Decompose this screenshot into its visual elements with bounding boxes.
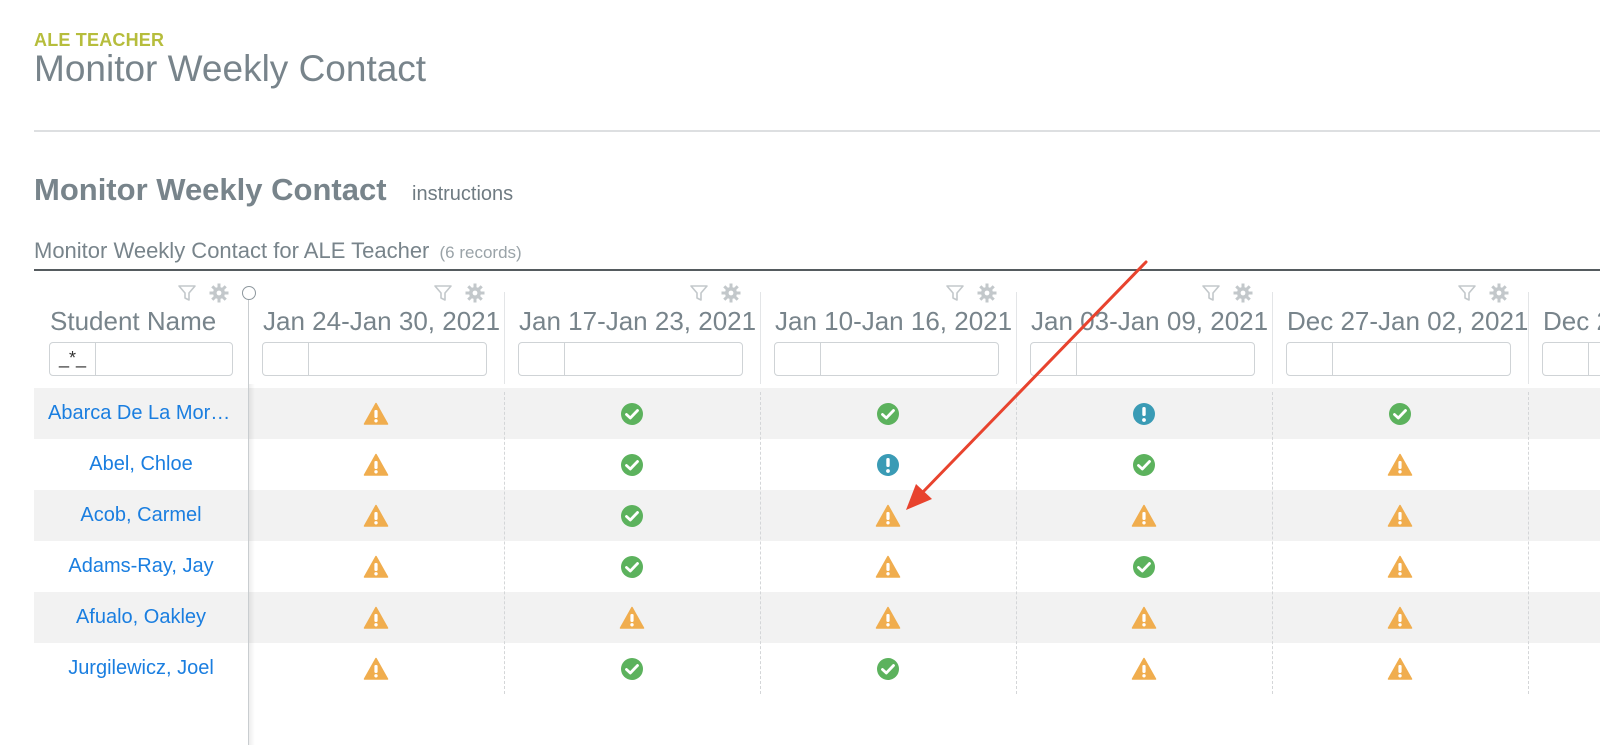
page-title: Monitor Weekly Contact xyxy=(34,48,427,89)
divider xyxy=(34,130,1600,132)
record-count: (6 records) xyxy=(439,243,522,262)
table-caption-text: Monitor Weekly Contact for ALE Teacher xyxy=(34,238,430,263)
weekly-contact-grid: Student Name _*_ Jan 24-Jan 30, 2021 Jan … xyxy=(34,260,1600,745)
table-top-border xyxy=(34,269,1600,271)
annotation-arrow xyxy=(906,260,1148,510)
arrow-annotation-icon xyxy=(919,260,1148,496)
section-title: Monitor Weekly Contact xyxy=(34,172,387,207)
instructions-link[interactable]: instructions xyxy=(412,183,513,206)
table-caption: Monitor Weekly Contact for ALE Teacher (… xyxy=(34,238,522,264)
